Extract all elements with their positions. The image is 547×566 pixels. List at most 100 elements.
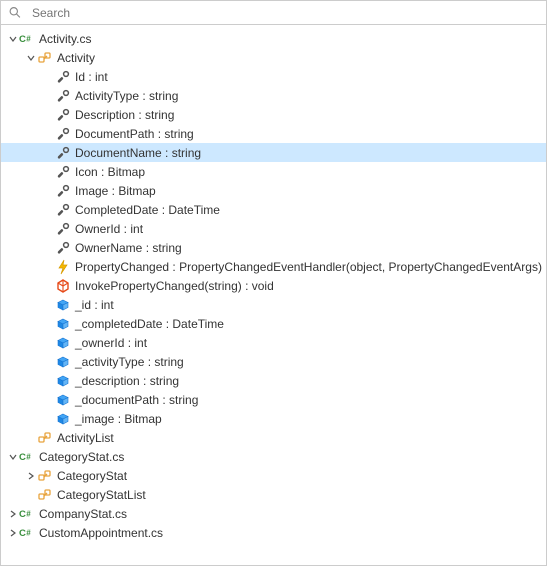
field-block-icon <box>55 354 71 370</box>
property-wrench-icon <box>55 69 71 85</box>
tree-item-label: DocumentName : string <box>74 146 201 160</box>
tree-item-label: CustomAppointment.cs <box>38 526 163 540</box>
tree-item-label: OwnerId : int <box>74 222 143 236</box>
tree-item-label: ActivityType : string <box>74 89 178 103</box>
tree-row[interactable]: Id : int <box>1 67 546 86</box>
caret-placeholder <box>43 71 55 83</box>
svg-text:#: # <box>26 528 31 537</box>
search-bar[interactable] <box>1 1 546 25</box>
svg-text:#: # <box>26 509 31 518</box>
field-block-icon <box>55 392 71 408</box>
method-cube-icon <box>55 278 71 294</box>
caret-down-icon[interactable] <box>25 52 37 64</box>
tree-item-label: _description : string <box>74 374 179 388</box>
tree-row[interactable]: ActivityType : string <box>1 86 546 105</box>
tree-item-label: Activity <box>56 51 95 65</box>
svg-text:#: # <box>26 452 31 461</box>
caret-down-icon[interactable] <box>7 33 19 45</box>
tree-item-label: _image : Bitmap <box>74 412 162 426</box>
tree-item-label: _ownerId : int <box>74 336 147 350</box>
caret-placeholder <box>43 261 55 273</box>
property-wrench-icon <box>55 202 71 218</box>
caret-placeholder <box>43 299 55 311</box>
caret-placeholder <box>43 280 55 292</box>
tree-item-label: Icon : Bitmap <box>74 165 145 179</box>
caret-right-icon[interactable] <box>7 508 19 520</box>
tree-row[interactable]: CategoryStat <box>1 466 546 485</box>
tree-row[interactable]: C# CustomAppointment.cs <box>1 523 546 542</box>
caret-placeholder <box>43 204 55 216</box>
tree-row[interactable]: CategoryStatList <box>1 485 546 504</box>
field-block-icon <box>55 335 71 351</box>
tree-item-label: Description : string <box>74 108 174 122</box>
tree-row[interactable]: _description : string <box>1 371 546 390</box>
svg-text:C: C <box>19 452 26 463</box>
tree-row[interactable]: C#Activity.cs <box>1 29 546 48</box>
tree-row[interactable]: ActivityList <box>1 428 546 447</box>
tree-item-label: Image : Bitmap <box>74 184 156 198</box>
tree-row[interactable]: Image : Bitmap <box>1 181 546 200</box>
tree-item-label: Id : int <box>74 70 108 84</box>
property-wrench-icon <box>55 107 71 123</box>
tree-row[interactable]: _completedDate : DateTime <box>1 314 546 333</box>
property-wrench-icon <box>55 221 71 237</box>
class-icon <box>37 430 53 446</box>
tree-view[interactable]: C#Activity.cs Activity Id : int ActivityTyp… <box>1 25 546 565</box>
field-block-icon <box>55 411 71 427</box>
csharp-file-icon: C# <box>19 449 35 465</box>
tree-item-label: DocumentPath : string <box>74 127 194 141</box>
tree-item-label: _completedDate : DateTime <box>74 317 224 331</box>
class-icon <box>37 487 53 503</box>
property-wrench-icon <box>55 126 71 142</box>
svg-text:C: C <box>19 528 26 539</box>
caret-placeholder <box>43 128 55 140</box>
tree-item-label: InvokePropertyChanged(string) : void <box>74 279 274 293</box>
tree-row[interactable]: InvokePropertyChanged(string) : void <box>1 276 546 295</box>
tree-row[interactable]: C#CategoryStat.cs <box>1 447 546 466</box>
caret-placeholder <box>43 90 55 102</box>
svg-text:#: # <box>26 34 31 43</box>
search-icon <box>7 5 23 21</box>
tree-row[interactable]: CompletedDate : DateTime <box>1 200 546 219</box>
caret-placeholder <box>43 375 55 387</box>
field-block-icon <box>55 297 71 313</box>
tree-row[interactable]: OwnerId : int <box>1 219 546 238</box>
tree-row[interactable]: PropertyChanged : PropertyChangedEventHa… <box>1 257 546 276</box>
field-block-icon <box>55 373 71 389</box>
svg-text:C: C <box>19 34 26 45</box>
tree-item-label: _id : int <box>74 298 114 312</box>
caret-down-icon[interactable] <box>7 451 19 463</box>
tree-item-label: OwnerName : string <box>74 241 182 255</box>
tree-row[interactable]: Icon : Bitmap <box>1 162 546 181</box>
caret-placeholder <box>43 337 55 349</box>
tree-row[interactable]: Activity <box>1 48 546 67</box>
tree-item-label: PropertyChanged : PropertyChangedEventHa… <box>74 260 542 274</box>
tree-row[interactable]: C#CompanyStat.cs <box>1 504 546 523</box>
tree-row[interactable]: DocumentPath : string <box>1 124 546 143</box>
search-input[interactable] <box>30 5 540 21</box>
caret-right-icon[interactable] <box>25 470 37 482</box>
caret-placeholder <box>43 242 55 254</box>
tree-row[interactable]: _documentPath : string <box>1 390 546 409</box>
tree-row[interactable]: DocumentName : string <box>1 143 546 162</box>
property-wrench-icon <box>55 88 71 104</box>
tree-row[interactable]: OwnerName : string <box>1 238 546 257</box>
tree-item-label: CategoryStat <box>56 469 127 483</box>
caret-placeholder <box>43 318 55 330</box>
property-wrench-icon <box>55 145 71 161</box>
class-icon <box>37 50 53 66</box>
tree-row[interactable]: _id : int <box>1 295 546 314</box>
tree-row[interactable]: _ownerId : int <box>1 333 546 352</box>
tree-item-label: CompanyStat.cs <box>38 507 127 521</box>
field-block-icon <box>55 316 71 332</box>
tree-row[interactable]: _image : Bitmap <box>1 409 546 428</box>
property-wrench-icon <box>55 164 71 180</box>
caret-right-icon[interactable] <box>7 527 19 539</box>
caret-placeholder <box>25 432 37 444</box>
tree-row[interactable]: Description : string <box>1 105 546 124</box>
property-wrench-icon <box>55 183 71 199</box>
caret-placeholder <box>43 223 55 235</box>
tree-item-label: CategoryStat.cs <box>38 450 124 464</box>
tree-row[interactable]: _activityType : string <box>1 352 546 371</box>
tree-item-label: CompletedDate : DateTime <box>74 203 220 217</box>
